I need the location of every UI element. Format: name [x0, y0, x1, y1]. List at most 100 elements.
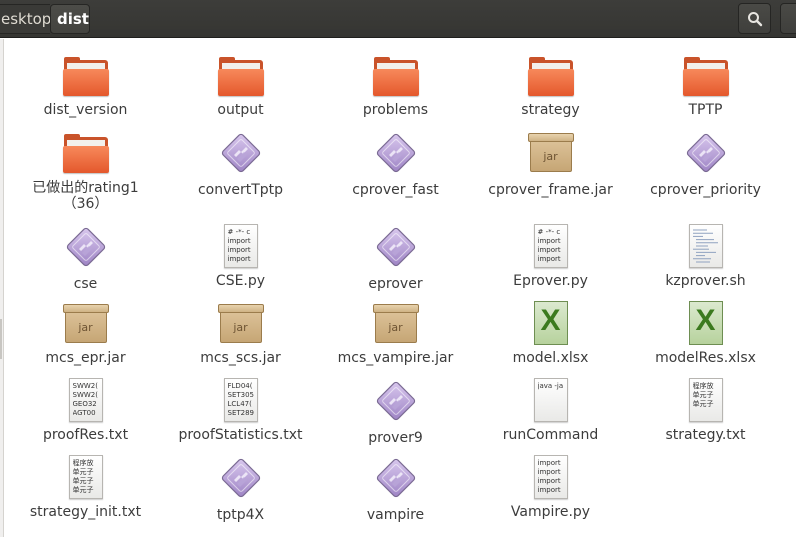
jar-icon: jar	[217, 300, 265, 345]
file-item[interactable]: prover9	[318, 366, 473, 446]
file-name: proofRes.txt	[42, 427, 129, 443]
file-item[interactable]: Xmodel.xlsx	[473, 289, 628, 366]
file-name: model.xlsx	[512, 350, 589, 366]
file-name: cprover_fast	[352, 182, 439, 198]
file-name: TPTP	[688, 102, 723, 118]
file-item[interactable]: kzprover.sh	[628, 212, 783, 289]
file-item[interactable]: XmodelRes.xlsx	[628, 289, 783, 366]
file-name: Eprover.py	[513, 273, 588, 289]
python-file-icon: # -*- c import import import	[217, 223, 265, 268]
file-preview-text: 程序放 单元子 单元子 单元子	[72, 459, 94, 494]
executable-icon	[372, 454, 420, 502]
file-name: vampire	[366, 507, 425, 523]
file-preview-text: FLD04( SET305 LCL47( SET289	[227, 382, 255, 417]
file-name: strategy.txt	[665, 427, 746, 443]
breadcrumb-desktop[interactable]: esktop	[0, 4, 51, 34]
spreadsheet-icon: X	[682, 300, 730, 345]
file-name: runCommand	[502, 427, 599, 443]
file-preview-text: SWW2( SWW2( GEO32 AGT00	[72, 382, 98, 417]
file-name: proofStatistics.txt	[178, 427, 303, 443]
jar-label: jar	[543, 150, 558, 163]
folder-icon	[372, 52, 420, 97]
file-item[interactable]: strategy	[473, 41, 628, 118]
text-file-icon: 程序放 单元子 单元子	[682, 377, 730, 422]
executable-icon	[372, 129, 420, 177]
file-preview-text: import import import import	[537, 459, 561, 494]
file-item[interactable]: jar mcs_scs.jar	[163, 289, 318, 366]
menu-button[interactable]	[780, 3, 796, 34]
spreadsheet-mark: X	[540, 304, 561, 337]
file-item[interactable]: output	[163, 41, 318, 118]
executable-icon	[217, 129, 265, 177]
file-name: mcs_scs.jar	[200, 350, 281, 366]
file-item[interactable]: vampire	[318, 443, 473, 523]
file-name: kzprover.sh	[665, 273, 746, 289]
file-name: strategy	[521, 102, 580, 118]
file-preview-text: java -ja	[537, 382, 564, 390]
executable-icon	[217, 454, 265, 502]
file-item[interactable]: TPTP	[628, 41, 783, 118]
file-item[interactable]: cprover_fast	[318, 118, 473, 212]
header-bar: esktop dist	[0, 0, 796, 38]
file-item[interactable]: SWW2( SWW2( GEO32 AGT00 proofRes.txt	[8, 366, 163, 443]
python-file-icon: import import import import	[527, 454, 575, 499]
file-name: convertTptp	[197, 182, 284, 198]
file-view[interactable]: dist_version output problems strategy TPTP 已做…	[0, 39, 796, 537]
file-name: Vampire.py	[510, 504, 591, 520]
text-file-icon: FLD04( SET305 LCL47( SET289	[217, 377, 265, 422]
file-item[interactable]: # -*- c import import import CSE.py	[163, 212, 318, 289]
file-item[interactable]: cse	[8, 212, 163, 292]
file-grid: dist_version output problems strategy TPTP 已做…	[8, 39, 788, 539]
search-button[interactable]	[738, 3, 771, 34]
jar-label: jar	[233, 321, 248, 334]
file-name: problems	[362, 102, 429, 118]
file-name: cprover_priority	[650, 182, 761, 198]
file-item[interactable]: FLD04( SET305 LCL47( SET289 proofStatisti…	[163, 366, 318, 443]
file-item[interactable]: eprover	[318, 212, 473, 292]
file-item[interactable]: 已做出的rating1 （36）	[8, 118, 163, 212]
file-name: mcs_vampire.jar	[337, 350, 454, 366]
file-item[interactable]: jar cprover_frame.jar	[473, 118, 628, 212]
file-name: dist_version	[43, 102, 128, 118]
text-file-icon: SWW2( SWW2( GEO32 AGT00	[62, 377, 110, 422]
file-preview-text: # -*- c import import import	[537, 228, 561, 263]
text-file-icon: 程序放 单元子 单元子 单元子	[62, 454, 110, 499]
executable-icon	[372, 223, 420, 271]
file-item[interactable]: tptp4X	[163, 443, 318, 523]
file-item[interactable]: jar mcs_epr.jar	[8, 289, 163, 366]
search-icon	[748, 12, 763, 27]
folder-icon	[217, 52, 265, 97]
file-name: tptp4X	[216, 507, 265, 523]
sidebar-edge	[0, 39, 4, 537]
breadcrumb-dist[interactable]: dist	[50, 4, 90, 34]
jar-icon: jar	[62, 300, 110, 345]
file-item[interactable]: # -*- c import import import Eprover.py	[473, 212, 628, 289]
file-item[interactable]: java -ja runCommand	[473, 366, 628, 443]
shell-script-icon	[682, 223, 730, 268]
file-name: strategy_init.txt	[29, 504, 142, 520]
executable-icon	[62, 223, 110, 271]
file-name: cprover_frame.jar	[488, 182, 613, 198]
file-item[interactable]: import import import import Vampire.py	[473, 443, 628, 520]
text-file-icon: java -ja	[527, 377, 575, 422]
file-item[interactable]: cprover_priority	[628, 118, 783, 212]
executable-icon	[682, 129, 730, 177]
file-item[interactable]: jar mcs_vampire.jar	[318, 289, 473, 366]
file-name: 已做出的rating1 （36）	[32, 180, 139, 212]
file-item[interactable]: problems	[318, 41, 473, 118]
file-item[interactable]: convertTptp	[163, 118, 318, 212]
file-item[interactable]: 程序放 单元子 单元子 单元子 strategy_init.txt	[8, 443, 163, 520]
file-name: mcs_epr.jar	[45, 350, 126, 366]
file-item[interactable]: 程序放 单元子 单元子 strategy.txt	[628, 366, 783, 443]
file-name: CSE.py	[215, 273, 266, 289]
folder-icon	[682, 52, 730, 97]
folder-icon	[62, 129, 110, 175]
jar-label: jar	[388, 321, 403, 334]
file-name: modelRes.xlsx	[655, 350, 756, 366]
file-item[interactable]: dist_version	[8, 41, 163, 118]
sidebar-resize-handle[interactable]	[0, 319, 2, 359]
file-name: output	[217, 102, 264, 118]
python-file-icon: # -*- c import import import	[527, 223, 575, 268]
file-preview-text: # -*- c import import import	[227, 228, 251, 263]
jar-label: jar	[78, 321, 93, 334]
